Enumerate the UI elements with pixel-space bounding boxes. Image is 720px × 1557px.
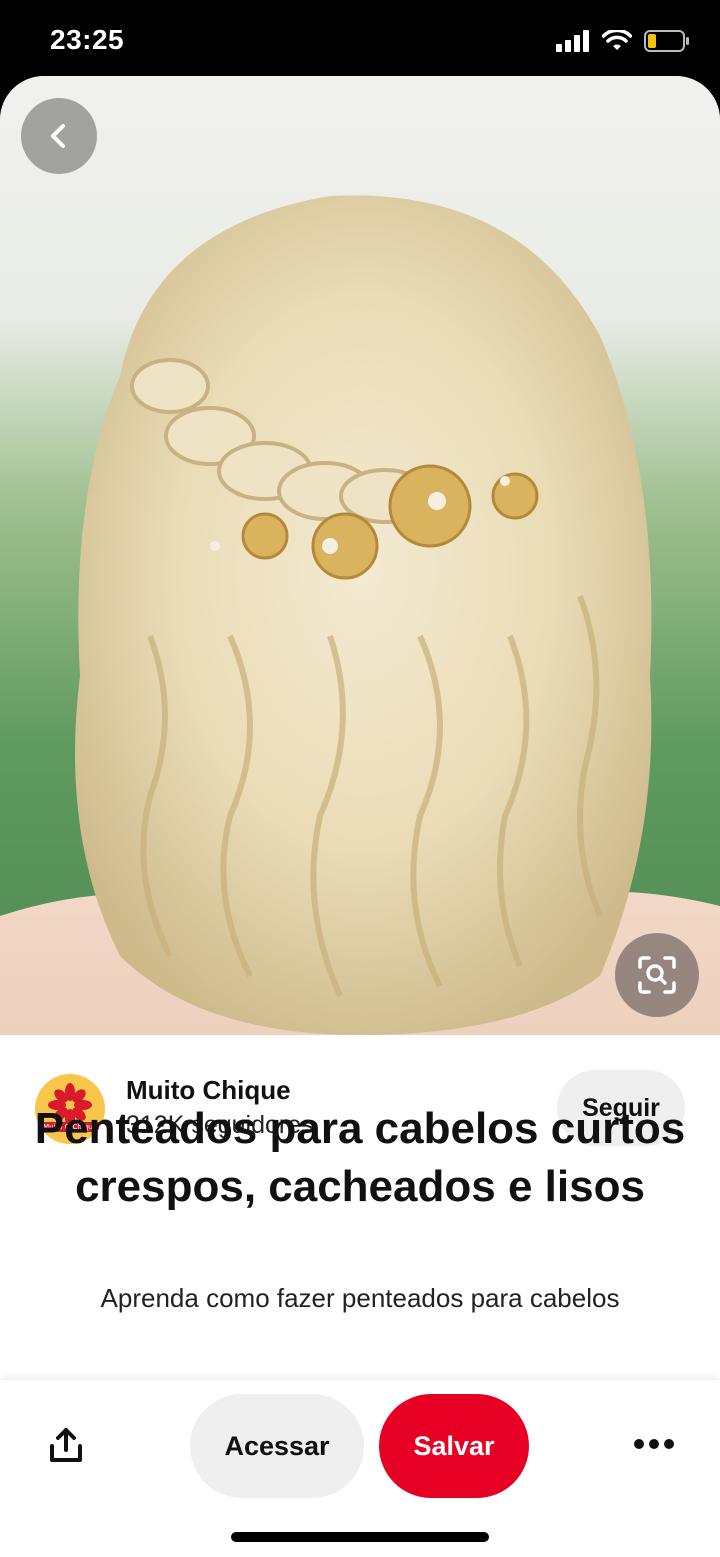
pin-image[interactable] xyxy=(0,76,720,1035)
status-bar: 23:25 xyxy=(0,0,720,80)
more-options-icon[interactable] xyxy=(632,1434,676,1454)
pin-sheet: Muito O Chique Muito Chique 312K seguido… xyxy=(0,76,720,1557)
share-icon[interactable] xyxy=(46,1426,86,1466)
pin-description: Aprenda como fazer penteados para cabelo… xyxy=(100,1283,620,1313)
back-chevron-icon xyxy=(51,124,65,148)
save-button[interactable]: Salvar xyxy=(379,1394,529,1498)
visual-search-icon xyxy=(638,956,676,994)
back-button[interactable] xyxy=(21,98,97,174)
battery-low-icon xyxy=(644,30,689,52)
home-indicator xyxy=(231,1532,489,1542)
action-bar: Acessar Salvar xyxy=(0,1380,720,1557)
visual-search-button[interactable] xyxy=(615,933,699,1017)
cellular-signal-icon xyxy=(556,30,589,52)
hair-photo-illustration xyxy=(0,195,720,1035)
pin-title: Penteados para cabelos curtos crespos, c… xyxy=(34,1104,686,1211)
status-icons xyxy=(556,30,690,52)
access-button[interactable]: Acessar xyxy=(190,1394,364,1498)
status-time: 23:25 xyxy=(50,24,125,55)
wifi-icon xyxy=(602,30,632,50)
